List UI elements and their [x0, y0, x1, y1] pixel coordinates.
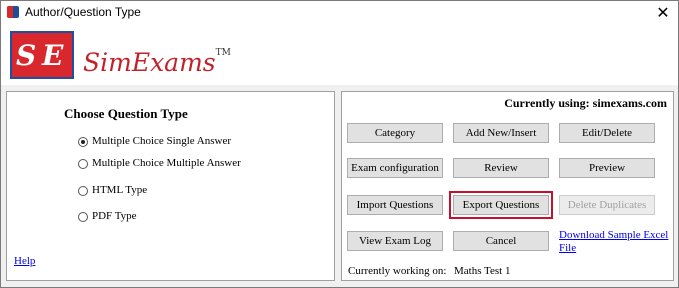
working-on-label: Currently working on:: [348, 265, 447, 277]
option-label: Multiple Choice Multiple Answer: [92, 157, 241, 169]
window-title: Author/Question Type: [25, 5, 141, 19]
logo-wordmark: SimExamsTM: [83, 48, 231, 77]
close-button[interactable]: ✕: [648, 1, 678, 25]
radio-button[interactable]: [78, 186, 88, 196]
working-on-value: Maths Test 1: [454, 265, 511, 277]
download-sample-excel-link[interactable]: Download Sample Excel File: [559, 229, 671, 255]
view-exam-log-button[interactable]: View Exam Log: [347, 231, 443, 251]
option-label: HTML Type: [92, 184, 148, 196]
actions-panel: Currently using: simexams.com Category A…: [341, 91, 674, 281]
trademark-mark: TM: [215, 48, 231, 58]
export-questions-button[interactable]: Export Questions: [449, 191, 553, 219]
title-bar[interactable]: Author/Question Type ✕: [1, 1, 678, 25]
simexams-logo-icon: S E: [10, 31, 74, 79]
author-question-type-window: Author/Question Type ✕ S E SimExamsTM Ch…: [0, 0, 679, 288]
preview-button[interactable]: Preview: [559, 158, 655, 178]
currently-using-label: Currently using: simexams.com: [504, 96, 667, 110]
category-button[interactable]: Category: [347, 123, 443, 143]
review-button[interactable]: Review: [453, 158, 549, 178]
section-title: Choose Question Type: [64, 106, 188, 121]
option-label: Multiple Choice Single Answer: [92, 135, 232, 147]
delete-duplicates-button: Delete Duplicates: [559, 195, 655, 215]
import-questions-button[interactable]: Import Questions: [347, 195, 443, 215]
logo-name: SimExams: [83, 48, 216, 77]
radio-button[interactable]: [78, 159, 88, 169]
logo-banner: S E SimExamsTM: [1, 25, 678, 85]
app-icon: [7, 6, 19, 18]
add-new-insert-button[interactable]: Add New/Insert: [453, 123, 549, 143]
help-link[interactable]: Help: [14, 255, 35, 267]
exam-configuration-button[interactable]: Exam configuration: [347, 158, 443, 178]
radio-button-selected[interactable]: [78, 137, 88, 147]
edit-delete-button[interactable]: Edit/Delete: [559, 123, 655, 143]
logo-letter-s: S: [16, 39, 37, 72]
option-label: PDF Type: [92, 210, 137, 222]
cancel-button[interactable]: Cancel: [453, 231, 549, 251]
radio-button[interactable]: [78, 212, 88, 222]
question-type-panel: Choose Question Type Multiple Choice Sin…: [6, 91, 335, 281]
logo-letter-e: E: [42, 39, 64, 72]
